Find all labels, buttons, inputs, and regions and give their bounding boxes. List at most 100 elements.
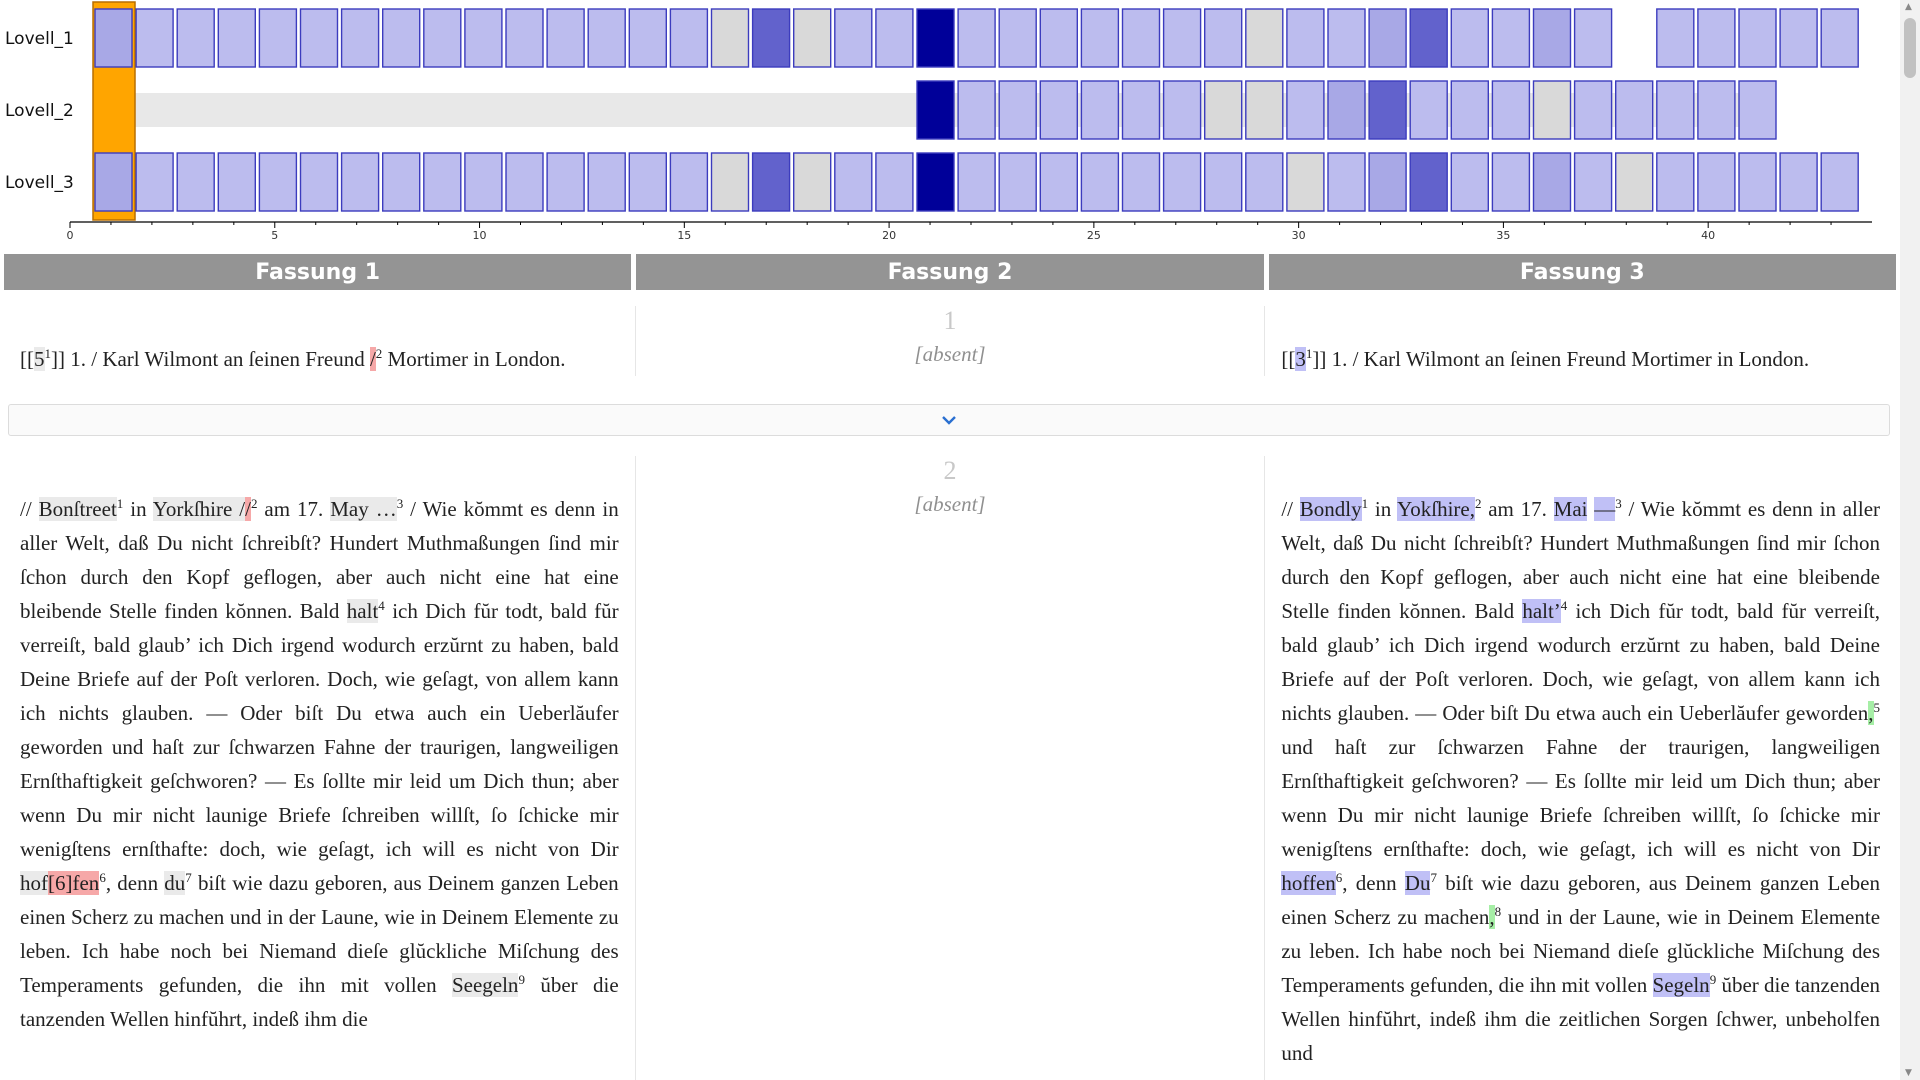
- heatmap-cell[interactable]: [1450, 8, 1490, 68]
- heatmap-cell[interactable]: [1039, 152, 1079, 212]
- heatmap-cell[interactable]: [793, 152, 832, 212]
- heatmap-cell[interactable]: [1203, 152, 1243, 212]
- variant-page-ref[interactable]: 5: [34, 347, 45, 371]
- variant-reading[interactable]: —: [1594, 497, 1616, 521]
- heatmap-cell[interactable]: [1409, 152, 1448, 212]
- heatmap-cell[interactable]: [916, 8, 955, 68]
- heatmap-cell[interactable]: [669, 8, 709, 68]
- heatmap-cell[interactable]: [1491, 152, 1531, 212]
- heatmap-cell[interactable]: [464, 152, 503, 212]
- heatmap-cell[interactable]: [1573, 80, 1613, 140]
- variant-reading[interactable]: Mai: [1553, 497, 1588, 521]
- heatmap-cell[interactable]: [587, 8, 626, 68]
- heatmap-cell[interactable]: [1203, 80, 1243, 140]
- variant-reading[interactable]: [6]fen: [48, 871, 100, 895]
- variant-reading[interactable]: Yokſhire,: [1397, 497, 1475, 521]
- variant-reading[interactable]: Bondly: [1299, 497, 1362, 521]
- heatmap-cell[interactable]: [1450, 152, 1490, 212]
- heatmap-cell[interactable]: [710, 152, 750, 212]
- heatmap-cell[interactable]: [1409, 80, 1448, 140]
- heatmap-cell[interactable]: [1039, 80, 1079, 140]
- heatmap-cell[interactable]: [1121, 80, 1161, 140]
- heatmap-cell[interactable]: [1368, 152, 1407, 212]
- heatmap-cell[interactable]: [1820, 152, 1859, 212]
- heatmap-cell[interactable]: [834, 152, 873, 212]
- heatmap-cell[interactable]: [1532, 8, 1572, 68]
- heatmap-cell[interactable]: [1368, 80, 1407, 140]
- heatmap-cell[interactable]: [916, 152, 955, 212]
- heatmap-cell[interactable]: [423, 152, 462, 212]
- heatmap-cell[interactable]: [1162, 152, 1202, 212]
- heatmap-cell[interactable]: [710, 8, 750, 68]
- heatmap-cell[interactable]: [1656, 152, 1695, 212]
- heatmap-cell[interactable]: [1327, 152, 1366, 212]
- heatmap-cell[interactable]: [1245, 8, 1284, 68]
- heatmap-cell[interactable]: [998, 152, 1037, 212]
- heatmap-cell[interactable]: [957, 80, 996, 140]
- scrollbar-thumb[interactable]: [1904, 18, 1916, 78]
- heatmap-cell[interactable]: [217, 152, 257, 212]
- scroll-up-icon[interactable]: ▲: [1905, 2, 1912, 12]
- heatmap-cell[interactable]: [916, 80, 955, 140]
- heatmap-cell[interactable]: [1450, 80, 1490, 140]
- heatmap-cell[interactable]: [299, 152, 339, 212]
- variant-reading[interactable]: Yorkſhire /: [152, 497, 246, 521]
- heatmap-cell[interactable]: [1327, 8, 1366, 68]
- heatmap-cell[interactable]: [1491, 80, 1531, 140]
- heatmap-cell[interactable]: [340, 8, 380, 68]
- heatmap-cell[interactable]: [1039, 8, 1079, 68]
- heatmap-cell[interactable]: [1121, 8, 1161, 68]
- heatmap-cell[interactable]: [751, 8, 791, 68]
- heatmap-cell[interactable]: [546, 8, 585, 68]
- heatmap-cell[interactable]: [1697, 152, 1736, 212]
- heatmap-cell[interactable]: [1820, 8, 1859, 68]
- expand-section-button[interactable]: [8, 404, 1890, 436]
- variant-reading[interactable]: Bonſtreet: [38, 497, 117, 521]
- scroll-down-icon[interactable]: ▼: [1905, 1068, 1912, 1078]
- variant-reading[interactable]: May …: [330, 497, 397, 521]
- variant-reading[interactable]: du: [164, 871, 186, 895]
- heatmap-cell[interactable]: [258, 8, 298, 68]
- heatmap-cell[interactable]: [135, 8, 174, 68]
- variant-page-ref[interactable]: 3: [1295, 347, 1306, 371]
- heatmap-cell[interactable]: [1245, 80, 1284, 140]
- heatmap-cell[interactable]: [1779, 8, 1818, 68]
- section-2-text-fassung-3[interactable]: // Bondly1 in Yokſhire,2 am 17. Mai —3 /…: [1281, 456, 1880, 1070]
- heatmap-cell[interactable]: [1656, 80, 1695, 140]
- variant-reading[interactable]: halt: [346, 599, 379, 623]
- heatmap-cell[interactable]: [1162, 80, 1202, 140]
- section-1-text-fassung-1[interactable]: [[51]] 1. / Karl Wilmont an ſeinen Freun…: [20, 306, 619, 376]
- heatmap-cell[interactable]: [94, 152, 133, 212]
- heatmap-cell[interactable]: [1080, 80, 1120, 140]
- heatmap-cell[interactable]: [176, 152, 215, 212]
- heatmap-cell[interactable]: [1080, 152, 1120, 212]
- heatmap-cell[interactable]: [1614, 152, 1654, 212]
- heatmap-cell[interactable]: [1779, 152, 1818, 212]
- heatmap-cell[interactable]: [1532, 80, 1572, 140]
- heatmap-cell[interactable]: [1409, 8, 1448, 68]
- heatmap-cell[interactable]: [1286, 80, 1325, 140]
- variant-reading[interactable]: Segeln: [1652, 973, 1710, 997]
- heatmap-cell[interactable]: [1327, 80, 1366, 140]
- heatmap-cell[interactable]: [669, 152, 709, 212]
- variant-reading[interactable]: halt’: [1522, 599, 1561, 623]
- variant-reading[interactable]: hoffen: [1281, 871, 1336, 895]
- variant-reading[interactable]: Du: [1404, 871, 1431, 895]
- heatmap-cell[interactable]: [875, 8, 914, 68]
- section-1-text-fassung-3[interactable]: [[31]] 1. / Karl Wilmont an ſeinen Freun…: [1281, 306, 1880, 376]
- heatmap-cell[interactable]: [1697, 80, 1736, 140]
- heatmap-cell[interactable]: [1656, 8, 1695, 68]
- heatmap-cell[interactable]: [1738, 152, 1777, 212]
- heatmap-cell[interactable]: [1614, 80, 1654, 140]
- heatmap-cell[interactable]: [1738, 80, 1777, 140]
- heatmap-cell[interactable]: [1286, 8, 1325, 68]
- section-2-text-fassung-1[interactable]: // Bonſtreet1 in Yorkſhire //2 am 17. Ma…: [20, 456, 619, 1036]
- heatmap-cell[interactable]: [1203, 8, 1243, 68]
- heatmap-cell[interactable]: [1368, 8, 1407, 68]
- heatmap-cell[interactable]: [793, 8, 832, 68]
- heatmap-cell[interactable]: [1080, 8, 1120, 68]
- heatmap-cell[interactable]: [423, 8, 462, 68]
- heatmap-cell[interactable]: [957, 8, 996, 68]
- heatmap-cell[interactable]: [217, 8, 257, 68]
- heatmap-cell[interactable]: [135, 152, 174, 212]
